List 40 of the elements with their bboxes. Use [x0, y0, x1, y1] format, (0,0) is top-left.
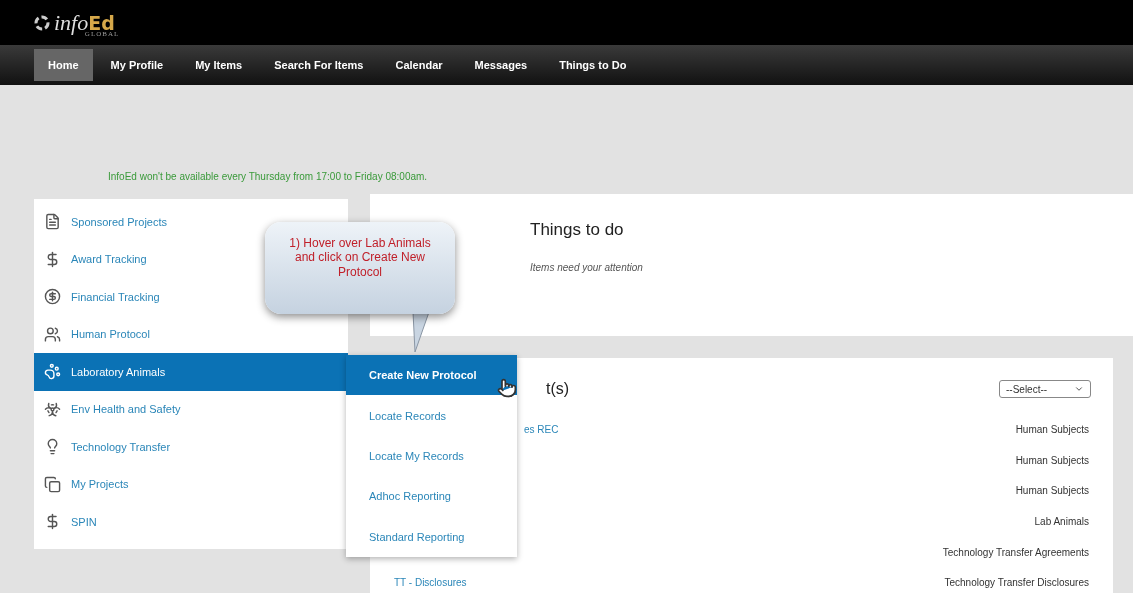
module-icon: [44, 288, 61, 306]
sidebar-item[interactable]: Human Protocol: [34, 315, 348, 353]
submenu-item[interactable]: Adhoc Reporting: [346, 476, 517, 517]
sidebar-item[interactable]: Env Health and Safety: [34, 390, 348, 428]
sidebar-item[interactable]: Technology Transfer: [34, 428, 348, 466]
record-type: Lab Animals: [1034, 515, 1089, 527]
record-type: Technology Transfer Disclosures: [944, 577, 1089, 589]
nav-tab[interactable]: Calendar: [381, 49, 457, 81]
card-subtitle: Items need your attention: [530, 262, 644, 273]
card-title: t(s): [546, 380, 570, 398]
record-link[interactable]: es REC: [524, 423, 559, 435]
sidebar-item[interactable]: Laboratory Animals: [34, 353, 348, 391]
module-icon: [44, 325, 61, 343]
hand-cursor-icon: [497, 378, 517, 398]
sidebar-item[interactable]: My Projects: [34, 465, 348, 503]
module-icon: [44, 363, 61, 381]
nav-tab[interactable]: My Profile: [96, 49, 178, 81]
submenu-item[interactable]: Locate Records: [346, 395, 517, 436]
record-link[interactable]: TT - Disclosures: [394, 577, 467, 589]
record-type: Human Subjects: [1015, 454, 1089, 466]
nav-tab[interactable]: Things to Do: [545, 49, 641, 81]
nav-tab[interactable]: Search For Items: [260, 49, 378, 81]
module-icon: [44, 475, 61, 493]
notice-text: InfoEd won't be available every Thursday from 17:00 to Friday 08:00am.: [107, 170, 429, 184]
hint-tooltip: 1) Hover over Lab Animals and click on Create New Protocol: [265, 222, 455, 314]
nav-tab[interactable]: Messages: [460, 49, 542, 81]
record-type: Human Subjects: [1015, 485, 1089, 497]
nav-tab[interactable]: Home: [34, 49, 93, 81]
select-dropdown[interactable]: --Select--: [999, 380, 1091, 398]
submenu-item[interactable]: Create New Protocol: [346, 355, 517, 396]
module-icon: [44, 400, 61, 418]
module-icon: [44, 213, 61, 231]
record-type: Human Subjects: [1015, 423, 1089, 435]
sidebar-item[interactable]: SPIN: [34, 503, 348, 541]
nav-tab[interactable]: My Items: [181, 49, 257, 81]
submenu-item[interactable]: Standard Reporting: [346, 516, 517, 557]
submenu-item[interactable]: Locate My Records: [346, 435, 517, 477]
card-title: Things to do: [530, 220, 625, 240]
caret-icon: [1074, 384, 1084, 394]
record-type: Technology Transfer Agreements: [942, 546, 1089, 558]
